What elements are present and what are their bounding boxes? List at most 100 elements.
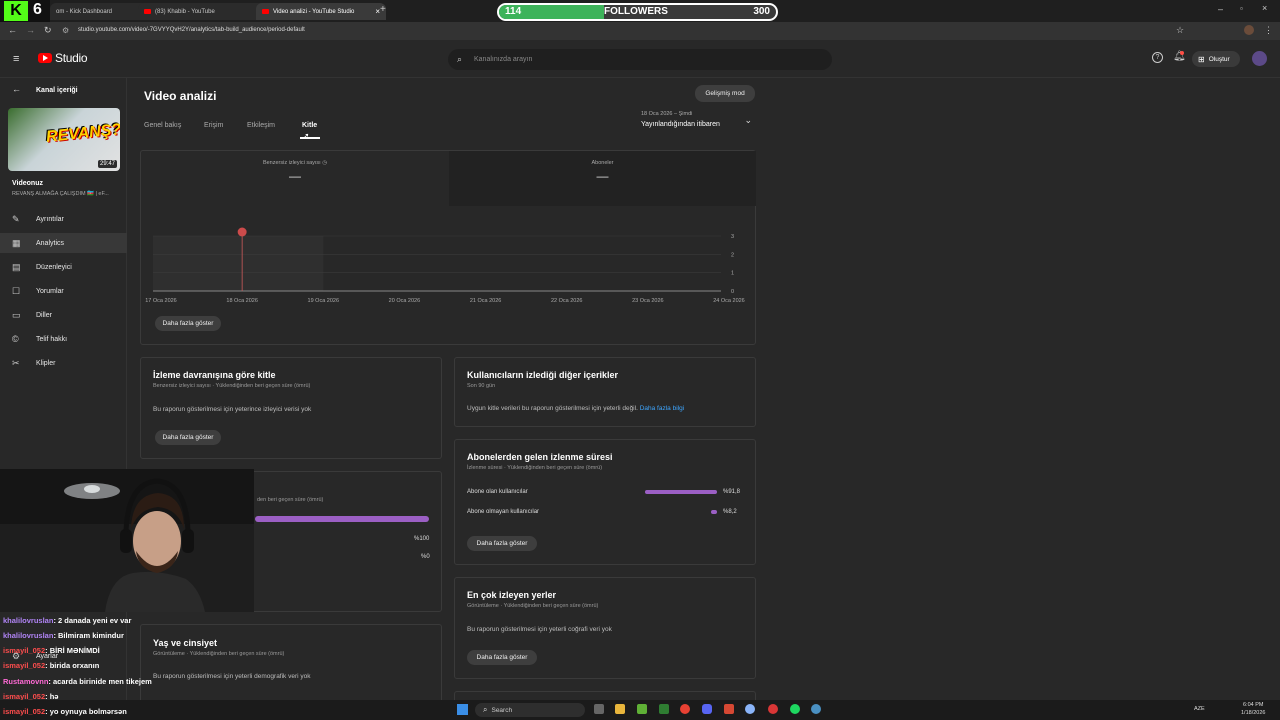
show-more-button[interactable]: Daha fazla göster xyxy=(155,316,221,331)
metric-unique-viewers-tab[interactable]: Benzersiz izleyici sayısı ◷ — xyxy=(141,151,449,206)
thumbnail-text: REVANŞ? xyxy=(45,121,120,146)
windows-start-icon[interactable] xyxy=(457,704,468,715)
streamer-webcam-image xyxy=(0,469,254,612)
show-more-button[interactable]: Daha fazla göster xyxy=(155,430,221,445)
sidebar-item-label: Yorumlar xyxy=(36,287,64,295)
chrome-icon[interactable] xyxy=(680,704,690,714)
metric1-value: — xyxy=(289,169,301,183)
browser-tab-youtube[interactable]: (83) Khabib - YouTube × xyxy=(138,3,268,20)
sidebar-item-label: Diller xyxy=(36,311,52,319)
advanced-mode-button[interactable]: Gelişmiş mod xyxy=(695,85,755,102)
clock-date[interactable]: 1/18/2026 xyxy=(1241,710,1265,716)
sidebar-item-comments[interactable]: ☐ Yorumlar xyxy=(0,281,127,301)
sidebar-item-label: Düzenleyici xyxy=(36,263,72,271)
kick-overlay-logo: K 6 xyxy=(0,0,50,22)
analytics-icon: ▦ xyxy=(12,238,21,248)
sidebar-item-copyright[interactable]: © Telif hakkı xyxy=(0,329,127,349)
show-more-button[interactable]: Daha fazla göster xyxy=(467,650,537,665)
hamburger-menu-icon[interactable]: ≡ xyxy=(13,53,19,65)
card-title: Yaş ve cinsiyet xyxy=(153,638,218,648)
profile-avatar[interactable] xyxy=(1244,25,1254,35)
chat-text: : birida orxanın xyxy=(45,661,100,670)
help-icon[interactable]: ? xyxy=(1152,52,1163,63)
row-value: %8,2 xyxy=(723,509,737,515)
reload-icon[interactable]: ↻ xyxy=(44,25,52,36)
chrome-active-icon[interactable] xyxy=(745,704,755,714)
menu-dots-icon[interactable]: ⋮ xyxy=(1264,25,1273,36)
tab-engagement[interactable]: Etkileşim xyxy=(247,122,275,129)
bookmark-star-icon[interactable]: ☆ xyxy=(1176,25,1184,36)
period-selector[interactable]: 18 Oca 2026 – Şimdi Yayınlandığından iti… xyxy=(640,110,755,132)
x-tick-label: 18 Oca 2026 xyxy=(226,298,258,304)
value-text: %100 xyxy=(414,536,430,542)
app-icon[interactable] xyxy=(659,704,669,714)
app-icon[interactable] xyxy=(724,704,734,714)
copyright-icon: © xyxy=(12,334,19,344)
card-subscriber-watch-time: Abonelerden gelen izlenme süresi İzlenme… xyxy=(454,439,756,565)
followers-current: 114 xyxy=(505,6,522,17)
scissors-icon: ✂ xyxy=(12,358,20,368)
search-icon: ⌕ xyxy=(483,705,488,714)
create-button[interactable]: ⊞ Oluştur xyxy=(1192,51,1240,67)
keyboard-language[interactable]: AZE xyxy=(1194,706,1205,712)
chat-text: : yo oynuya bolmərsən xyxy=(45,707,127,716)
card-other-content: Kullanıcıların izlediği diğer içerikler … xyxy=(454,357,756,427)
metric-subscribers-tab[interactable]: Aboneler — xyxy=(449,151,756,206)
card-subtitle: Benzersiz izleyici sayısı · Yüklendiğind… xyxy=(153,383,311,389)
close-window-icon[interactable]: × xyxy=(1262,3,1267,13)
sidebar-item-editor[interactable]: ▤ Düzenleyici xyxy=(0,257,127,277)
card-title: Abonelerden gelen izlenme süresi xyxy=(467,452,613,462)
back-icon[interactable]: ← xyxy=(8,25,17,35)
tab-audience[interactable]: Kitle xyxy=(302,122,317,129)
card-subtitle: Görüntüleme · Yüklendiğinden beri geçen … xyxy=(467,603,599,609)
chat-text: : BİRİ MƏNİMDİ xyxy=(45,646,100,655)
mouse-cursor-icon: ➚ xyxy=(302,131,310,141)
url-text[interactable]: studio.youtube.com/video/-7GVYYQvH2Y/ana… xyxy=(78,27,305,33)
chat-user: khalilovruslan xyxy=(3,616,54,625)
learn-more-link[interactable]: Daha fazla bilgi xyxy=(640,405,684,412)
create-label: Oluştur xyxy=(1208,55,1230,63)
youtube-logo-icon[interactable] xyxy=(38,53,52,63)
steam-icon[interactable] xyxy=(811,704,821,714)
app-icon[interactable] xyxy=(637,704,647,714)
back-to-content-link[interactable]: ← Kanal içeriği xyxy=(0,83,127,99)
chat-text: : Bilmiram kimindur xyxy=(53,631,124,640)
sidebar-item-analytics[interactable]: ▦ Analytics xyxy=(0,233,127,253)
browser-tab-studio[interactable]: Video analizi - YouTube Studio × xyxy=(256,3,386,20)
app-icon[interactable] xyxy=(768,704,778,714)
sidebar-item-details[interactable]: ✎ Ayrıntılar xyxy=(0,209,127,229)
comment-icon: ☐ xyxy=(12,286,21,296)
webcam-feed xyxy=(0,469,254,612)
windows-taskbar: ⌕ Search AZE 6:04 PM 1/18/2026 xyxy=(0,700,1280,720)
task-view-icon[interactable] xyxy=(594,704,604,714)
card-message: Bu raporun gösterilmesi için yeterince i… xyxy=(153,406,312,413)
channel-avatar[interactable] xyxy=(1252,51,1267,66)
show-more-button[interactable]: Daha fazla göster xyxy=(467,536,537,551)
forward-icon[interactable]: → xyxy=(26,25,35,35)
x-tick-label: 22 Oca 2026 xyxy=(551,298,583,304)
not-subscribed-bar xyxy=(710,510,717,514)
video-thumbnail[interactable]: REVANŞ? 29:47 xyxy=(8,108,120,171)
maximize-icon[interactable]: ▫ xyxy=(1240,4,1243,13)
tab-overview[interactable]: Genel bakış xyxy=(144,122,181,129)
card-top-locations: En çok izleyen yerler Görüntüleme · Yükl… xyxy=(454,577,756,679)
file-explorer-icon[interactable] xyxy=(615,704,625,714)
tab-title: om - Kick Dashboard xyxy=(56,8,113,15)
chat-text: : acarda birinide men tikejem xyxy=(48,677,152,686)
channel-search-input[interactable]: ⌕ Kanalınızda arayın xyxy=(448,49,832,70)
site-info-icon[interactable]: ⚙ xyxy=(62,26,69,35)
not-subscribed-row: Abone olmayan kullanıcılar %8,2 xyxy=(467,508,745,518)
discord-icon[interactable] xyxy=(702,704,712,714)
spotify-icon[interactable] xyxy=(790,704,800,714)
clock-time[interactable]: 6:04 PM xyxy=(1243,702,1263,708)
taskbar-search[interactable]: ⌕ Search xyxy=(475,703,585,717)
progress-bar xyxy=(255,516,429,522)
card-next-top-edge xyxy=(454,691,756,700)
sidebar-item-languages[interactable]: ▭ Diller xyxy=(0,305,127,325)
tab-reach[interactable]: Erişim xyxy=(204,122,223,129)
minimize-icon[interactable]: – xyxy=(1218,4,1223,14)
new-tab-icon[interactable]: + xyxy=(380,4,386,15)
x-tick-label: 21 Oca 2026 xyxy=(470,298,502,304)
chat-user: ismayil_052 xyxy=(3,661,46,670)
sidebar-item-clips[interactable]: ✂ Klipler xyxy=(0,353,127,373)
